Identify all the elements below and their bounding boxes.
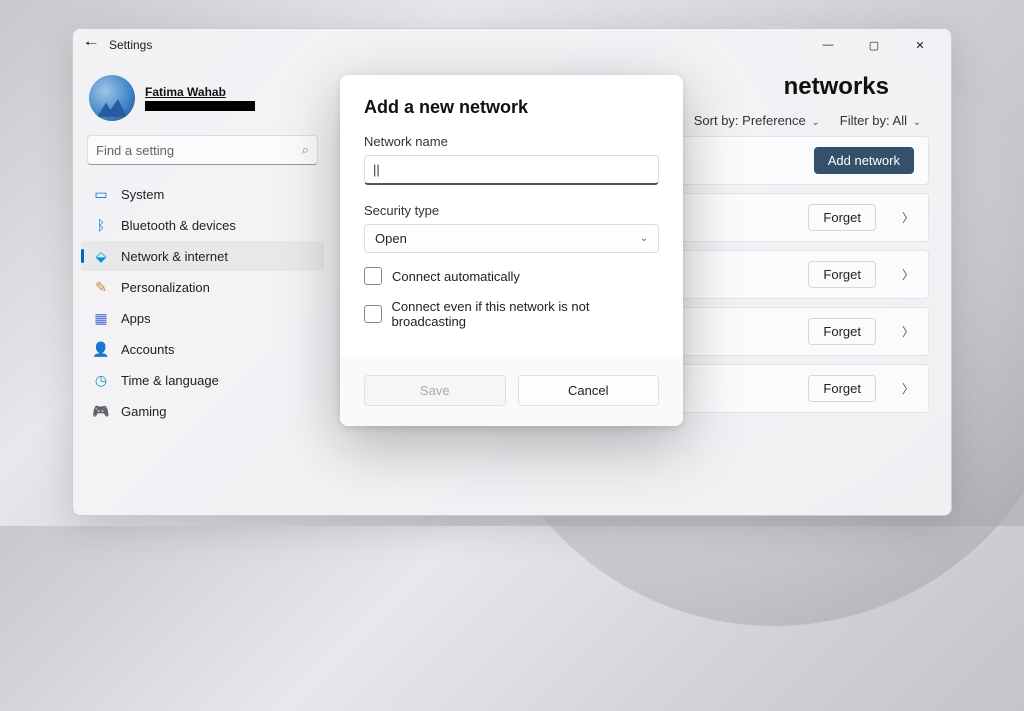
sort-by[interactable]: Sort by: Preference ⌄: [694, 113, 820, 128]
bluetooth-icon: ᛒ: [93, 217, 109, 233]
security-type-label: Security type: [364, 203, 659, 218]
chevron-down-icon: ⌄: [640, 233, 648, 244]
brush-icon: ✎: [93, 279, 109, 295]
forget-button[interactable]: Forget: [808, 204, 876, 231]
person-icon: 👤: [93, 341, 109, 357]
connect-hidden-row[interactable]: Connect even if this network is not broa…: [364, 299, 659, 329]
sidebar-item-gaming[interactable]: 🎮 Gaming: [81, 396, 324, 426]
filter-by[interactable]: Filter by: All ⌄: [840, 113, 921, 128]
sidebar-item-apps[interactable]: ▦ Apps: [81, 303, 324, 333]
close-button[interactable]: ✕: [897, 29, 943, 61]
add-network-dialog: Add a new network Network name | Securit…: [340, 75, 683, 426]
titlebar: 🠐 Settings — ▢ ✕: [73, 29, 951, 61]
chevron-right-icon: 〉: [902, 209, 914, 226]
back-button[interactable]: 🠐: [81, 33, 101, 57]
network-name-input[interactable]: |: [364, 155, 659, 185]
avatar: [89, 75, 135, 121]
connect-hidden-label: Connect even if this network is not broa…: [392, 299, 660, 329]
security-type-value: Open: [375, 231, 407, 246]
forget-button[interactable]: Forget: [808, 375, 876, 402]
profile-name: Fatima Wahab: [145, 85, 255, 99]
cancel-button[interactable]: Cancel: [518, 375, 660, 406]
sidebar: Fatima Wahab Find a setting ⌕ ▭ System ᛒ…: [73, 61, 328, 515]
sidebar-item-accounts[interactable]: 👤 Accounts: [81, 334, 324, 364]
sidebar-item-bluetooth[interactable]: ᛒ Bluetooth & devices: [81, 210, 324, 240]
search-icon: ⌕: [302, 142, 309, 158]
window-title: Settings: [109, 38, 152, 52]
wifi-icon: ⬙: [93, 248, 109, 264]
search-placeholder: Find a setting: [96, 143, 302, 158]
sidebar-item-time[interactable]: ◷ Time & language: [81, 365, 324, 395]
dialog-title: Add a new network: [364, 97, 659, 118]
save-button[interactable]: Save: [364, 375, 506, 406]
network-name-label: Network name: [364, 134, 659, 149]
maximize-button[interactable]: ▢: [851, 29, 897, 61]
chevron-right-icon: 〉: [902, 266, 914, 283]
connect-auto-row[interactable]: Connect automatically: [364, 267, 659, 285]
gamepad-icon: 🎮: [93, 403, 109, 419]
connect-auto-label: Connect automatically: [392, 269, 520, 284]
forget-button[interactable]: Forget: [808, 318, 876, 345]
sidebar-item-personalization[interactable]: ✎ Personalization: [81, 272, 324, 302]
chevron-down-icon: ⌄: [811, 117, 819, 128]
chevron-right-icon: 〉: [902, 380, 914, 397]
connect-hidden-checkbox[interactable]: [364, 305, 382, 323]
chevron-down-icon: ⌄: [913, 117, 921, 128]
minimize-button[interactable]: —: [805, 29, 851, 61]
search-input[interactable]: Find a setting ⌕: [87, 135, 318, 165]
sidebar-item-network[interactable]: ⬙ Network & internet: [81, 241, 324, 271]
add-network-button[interactable]: Add network: [814, 147, 914, 174]
globe-icon: ◷: [93, 372, 109, 388]
chevron-right-icon: 〉: [902, 323, 914, 340]
sidebar-item-system[interactable]: ▭ System: [81, 179, 324, 209]
profile-block[interactable]: Fatima Wahab: [81, 69, 324, 135]
profile-email-redacted: [145, 101, 255, 111]
forget-button[interactable]: Forget: [808, 261, 876, 288]
security-type-select[interactable]: Open ⌄: [364, 224, 659, 253]
monitor-icon: ▭: [93, 186, 109, 202]
connect-auto-checkbox[interactable]: [364, 267, 382, 285]
apps-icon: ▦: [93, 310, 109, 326]
